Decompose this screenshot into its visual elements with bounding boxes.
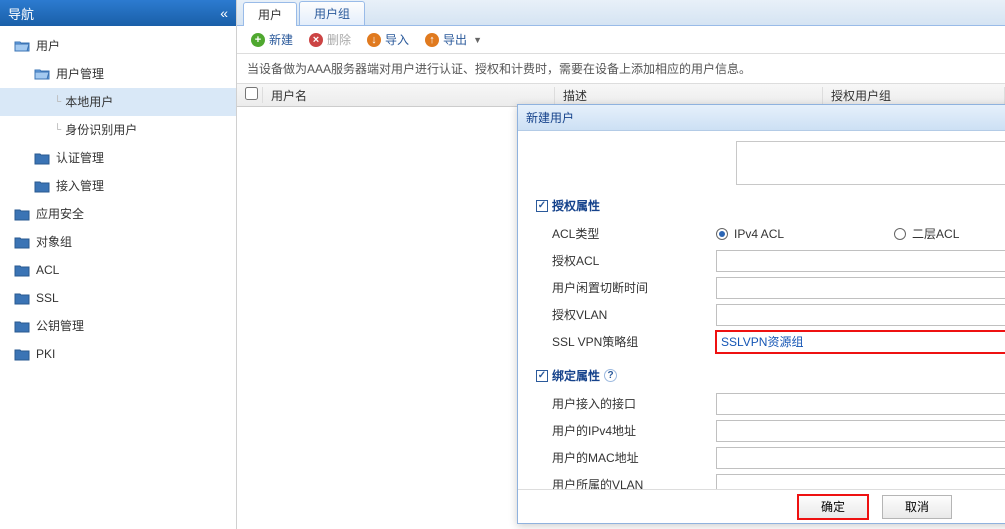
tree-line-icon: └ [54, 120, 61, 140]
cancel-button[interactable]: 取消 [882, 495, 952, 519]
import-icon: ↓ [367, 33, 381, 47]
col-username[interactable]: 用户名 [263, 87, 555, 104]
check-icon: ✓ [536, 370, 548, 382]
tree-label: SSL [36, 288, 59, 308]
tree-label: 用户管理 [56, 64, 104, 84]
acl-type-radios: IPv4 ACL 二层ACL [716, 225, 1005, 242]
page-description: 当设备做为AAA服务器端对用户进行认证、授权和计费时，需要在设备上添加相应的用户… [237, 54, 1005, 83]
bind-mac-input[interactable] [716, 447, 1005, 469]
x-icon: × [309, 33, 323, 47]
help-icon[interactable]: ? [604, 369, 617, 382]
export-button[interactable]: ↑导出▼ [419, 29, 488, 50]
nav-tree: 用户 用户管理 └ 本地用户 └ 身份识别用户 认证管理 接入管理 [0, 26, 236, 374]
tree-item-pubkey[interactable]: 公钥管理 [0, 312, 236, 340]
tree-item-local-user[interactable]: └ 本地用户 [0, 88, 236, 116]
auth-acl-combo[interactable]: ▼ [716, 250, 1005, 272]
folder-icon [14, 319, 30, 333]
main: 用户 用户组 +新建 ×删除 ↓导入 ↑导出▼ 当设备做为AAA服务器端对用户进… [237, 0, 1005, 529]
bind-ipv4-input[interactable] [716, 420, 1005, 442]
bind-if-combo[interactable]: ▼ [716, 393, 1005, 415]
folder-icon [14, 291, 30, 305]
dialog-footer: 确定 取消 [518, 489, 1005, 523]
folder-open-icon [14, 39, 30, 53]
idle-cut-input[interactable] [716, 277, 1005, 299]
tab-user[interactable]: 用户 [243, 2, 297, 26]
new-button[interactable]: +新建 [245, 29, 299, 50]
tree-item-access-mgmt[interactable]: 接入管理 [0, 172, 236, 200]
col-authgroup[interactable]: 授权用户组 [823, 87, 1005, 104]
dialog-header[interactable]: 新建用户 ? ✕ [518, 105, 1005, 131]
tree-label: 应用安全 [36, 204, 84, 224]
lbl-idle-cut: 用户闲置切断时间 [536, 279, 716, 296]
dialog-body: ✓ 授权属性 ACL类型 IPv4 ACL 二层ACL 授权ACL ▼ [518, 131, 1005, 489]
delete-button[interactable]: ×删除 [303, 29, 357, 50]
lbl-ssl-policy: SSL VPN策略组 [536, 333, 716, 350]
tree-item-identity-user[interactable]: └ 身份识别用户 [0, 116, 236, 144]
folder-icon [34, 179, 50, 193]
tree-label: 对象组 [36, 232, 72, 252]
lbl-auth-vlan: 授权VLAN [536, 306, 716, 323]
section-auth[interactable]: ✓ 授权属性 [536, 197, 1005, 214]
tab-usergroup[interactable]: 用户组 [299, 1, 365, 25]
tree-label: 公钥管理 [36, 316, 84, 336]
import-button[interactable]: ↓导入 [361, 29, 415, 50]
tree-label: 用户 [36, 36, 60, 56]
bind-vlan-input[interactable] [716, 474, 1005, 490]
lbl-bind-mac: 用户的MAC地址 [536, 449, 716, 466]
sidebar-title: 导航 [8, 4, 34, 23]
radio-l2-acl[interactable]: 二层ACL [894, 225, 959, 242]
folder-icon [34, 151, 50, 165]
check-icon: ✓ [536, 200, 548, 212]
tree-label: 接入管理 [56, 176, 104, 196]
tree-item-pki[interactable]: PKI [0, 340, 236, 368]
tree-item-ssl[interactable]: SSL [0, 284, 236, 312]
radio-icon [894, 228, 906, 240]
plus-icon: + [251, 33, 265, 47]
lbl-bind-vlan: 用户所属的VLAN [536, 476, 716, 489]
folder-icon [14, 347, 30, 361]
tree-label: ACL [36, 260, 59, 280]
tabs: 用户 用户组 [237, 0, 1005, 26]
textarea-field[interactable] [736, 141, 1005, 185]
chevron-down-icon: ▼ [473, 35, 482, 45]
lbl-auth-acl: 授权ACL [536, 252, 716, 269]
sidebar: 导航 « 用户 用户管理 └ 本地用户 └ 身份识别用户 认证管理 [0, 0, 237, 529]
toolbar: +新建 ×删除 ↓导入 ↑导出▼ [237, 26, 1005, 54]
tree-item-appsec[interactable]: 应用安全 [0, 200, 236, 228]
new-user-dialog: 新建用户 ? ✕ ✓ 授权属性 ACL类型 IPv4 ACL [517, 104, 1005, 524]
col-description[interactable]: 描述 [555, 87, 823, 104]
folder-open-icon [34, 67, 50, 81]
sidebar-header: 导航 « [0, 0, 236, 26]
tree-label: 认证管理 [56, 148, 104, 168]
tree-label: 本地用户 [65, 92, 113, 112]
radio-ipv4-acl[interactable]: IPv4 ACL [716, 227, 784, 241]
tree-label: 身份识别用户 [65, 120, 137, 140]
radio-icon [716, 228, 728, 240]
tree-item-objgroup[interactable]: 对象组 [0, 228, 236, 256]
folder-icon [14, 207, 30, 221]
tree-line-icon: └ [54, 92, 61, 112]
select-all-checkbox[interactable] [237, 87, 263, 103]
folder-icon [14, 263, 30, 277]
tree-label: PKI [36, 344, 55, 364]
tree-item-auth-mgmt[interactable]: 认证管理 [0, 144, 236, 172]
lbl-bind-if: 用户接入的接口 [536, 395, 716, 412]
tree-item-users[interactable]: 用户 [0, 32, 236, 60]
dialog-title: 新建用户 [526, 109, 574, 126]
folder-icon [14, 235, 30, 249]
section-bind[interactable]: ✓ 绑定属性 ? [536, 367, 1005, 384]
ok-button[interactable]: 确定 [798, 495, 868, 519]
ssl-policy-input[interactable] [716, 331, 1005, 353]
lbl-bind-ipv4: 用户的IPv4地址 [536, 422, 716, 439]
tree-item-acl[interactable]: ACL [0, 256, 236, 284]
auth-vlan-input[interactable] [716, 304, 1005, 326]
export-icon: ↑ [425, 33, 439, 47]
tree-item-user-mgmt[interactable]: 用户管理 [0, 60, 236, 88]
lbl-acl-type: ACL类型 [536, 225, 716, 242]
collapse-icon[interactable]: « [220, 5, 228, 21]
